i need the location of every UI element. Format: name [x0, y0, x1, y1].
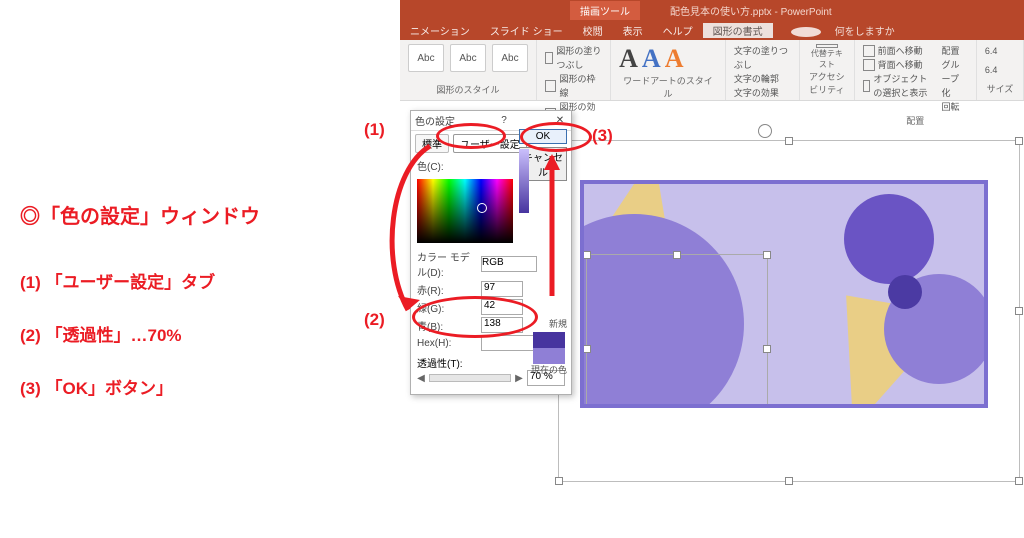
- bring-forward[interactable]: 前面へ移動: [863, 44, 936, 58]
- annotation-list: (1) 「ユーザー設定」タブ (2) 「透過性」…70% (3) 「OK」ボタン…: [20, 240, 350, 427]
- new-color-swatch: [533, 332, 565, 348]
- annotation-line-3: (3) 「OK」ボタン」: [20, 374, 350, 399]
- annotation-line-1: (1) 「ユーザー設定」タブ: [20, 268, 350, 293]
- back-icon: [863, 59, 875, 71]
- group-label: サイズ: [985, 82, 1015, 96]
- wordart-preset[interactable]: A: [619, 44, 638, 74]
- width-input[interactable]: 6.4: [985, 63, 1009, 77]
- ribbon-group-accessibility: 代替テキスト アクセシビリティ: [800, 40, 855, 100]
- text-outline[interactable]: 文字の輪郭: [734, 72, 791, 86]
- red-input[interactable]: 97: [481, 281, 523, 297]
- ribbon-group-arrange: 前面へ移動 背面へ移動 オブジェクトの選択と表示 配置 グループ化 回転 配置: [855, 40, 977, 100]
- ribbon-shape-fill-group: 図形の塗りつぶし 図形の枠線 図形の効果: [537, 40, 611, 100]
- resize-handle[interactable]: [583, 345, 591, 353]
- send-backward[interactable]: 背面へ移動: [863, 58, 936, 72]
- preview-swatch: [533, 332, 565, 364]
- selection-pane[interactable]: オブジェクトの選択と表示: [863, 72, 936, 100]
- slide-canvas[interactable]: [558, 112, 1020, 504]
- resize-handle[interactable]: [763, 251, 771, 259]
- current-color-swatch: [533, 348, 565, 364]
- annotation-line-2: (2) 「透過性」…70%: [20, 321, 350, 346]
- menu-review[interactable]: 校閲: [573, 23, 613, 38]
- fill-icon: [545, 52, 553, 64]
- wordart-preset[interactable]: A: [665, 44, 684, 74]
- group-label: アクセシビリティ: [808, 70, 846, 96]
- color-cursor[interactable]: [477, 203, 487, 213]
- circle-shape: [888, 275, 922, 309]
- resize-handle[interactable]: [1015, 307, 1023, 315]
- align[interactable]: 配置: [942, 44, 968, 58]
- resize-handle[interactable]: [785, 477, 793, 485]
- ribbon-text-fill-group: 文字の塗りつぶし 文字の輪郭 文字の効果: [726, 40, 800, 100]
- shape-fill[interactable]: 図形の塗りつぶし: [545, 44, 602, 72]
- alt-text-label: 代替テキスト: [808, 48, 846, 70]
- marker-3: (3): [592, 126, 613, 146]
- resize-handle[interactable]: [583, 251, 591, 259]
- shape-outline[interactable]: 図形の枠線: [545, 72, 602, 100]
- annotation-header: ◎「色の設定」ウィンドウ: [20, 200, 260, 229]
- shape-style-preset[interactable]: Abc: [492, 44, 528, 72]
- shape-artwork[interactable]: [580, 180, 988, 408]
- ribbon-group-wordart: A A A ワードアートのスタイル: [611, 40, 726, 100]
- tell-me[interactable]: 何をしますか: [781, 23, 915, 38]
- front-icon: [863, 45, 875, 57]
- group-label: 図形のスタイル: [408, 83, 528, 96]
- transparency-decrease[interactable]: ◀: [417, 373, 425, 384]
- group-label: ワードアートのスタイル: [619, 74, 717, 100]
- ribbon-group-shape-styles: Abc Abc Abc 図形のスタイル: [400, 40, 537, 100]
- height-input[interactable]: 6.4: [985, 44, 1009, 58]
- menubar: ニメーション スライド ショー 校閲 表示 ヘルプ 図形の書式 何をしますか: [400, 20, 1024, 40]
- group-button[interactable]: グループ化: [942, 58, 968, 100]
- help-icon[interactable]: ?: [501, 115, 507, 126]
- shape-style-preset[interactable]: Abc: [450, 44, 486, 72]
- marker-1: (1): [364, 120, 385, 140]
- text-fill[interactable]: 文字の塗りつぶし: [734, 44, 791, 72]
- menu-animation[interactable]: ニメーション: [400, 23, 480, 38]
- rotation-handle[interactable]: [758, 124, 772, 138]
- resize-handle[interactable]: [1015, 477, 1023, 485]
- text-effects[interactable]: 文字の効果: [734, 86, 791, 100]
- pane-icon: [863, 80, 871, 92]
- inner-selection[interactable]: [586, 254, 768, 408]
- resize-handle[interactable]: [1015, 137, 1023, 145]
- current-label: 現在の色: [531, 363, 567, 376]
- shape-style-preset[interactable]: Abc: [408, 44, 444, 72]
- resize-handle[interactable]: [785, 137, 793, 145]
- hex-label: Hex(H):: [417, 338, 477, 349]
- resize-handle[interactable]: [555, 477, 563, 485]
- highlight-ring-3: [520, 122, 592, 152]
- ribbon-group-size: 6.4 6.4 サイズ: [977, 40, 1024, 100]
- menu-shape-format[interactable]: 図形の書式: [703, 23, 773, 38]
- titlebar: 描画ツール 配色見本の使い方.pptx - PowerPoint: [400, 0, 1024, 20]
- resize-handle[interactable]: [763, 345, 771, 353]
- bulb-icon: [791, 27, 821, 37]
- outline-icon: [545, 80, 556, 92]
- resize-handle[interactable]: [673, 251, 681, 259]
- menu-help[interactable]: ヘルプ: [653, 23, 703, 38]
- color-model-select[interactable]: RGB: [481, 256, 537, 272]
- menu-slideshow[interactable]: スライド ショー: [480, 23, 573, 38]
- transparency-slider[interactable]: [429, 374, 511, 382]
- transparency-increase[interactable]: ▶: [515, 373, 523, 384]
- window-filename: 配色見本の使い方.pptx - PowerPoint: [670, 3, 832, 18]
- ribbon: Abc Abc Abc 図形のスタイル 図形の塗りつぶし 図形の枠線 図形の効果…: [400, 40, 1024, 101]
- wordart-preset[interactable]: A: [642, 44, 661, 74]
- arrow-1-to-2: [380, 140, 460, 320]
- tool-tab: 描画ツール: [570, 1, 640, 20]
- circle-shape: [844, 194, 934, 284]
- new-label: 新規: [549, 317, 567, 330]
- hue-column[interactable]: [519, 149, 529, 213]
- arrow-2-to-3: [540, 150, 570, 300]
- menu-view[interactable]: 表示: [613, 23, 653, 38]
